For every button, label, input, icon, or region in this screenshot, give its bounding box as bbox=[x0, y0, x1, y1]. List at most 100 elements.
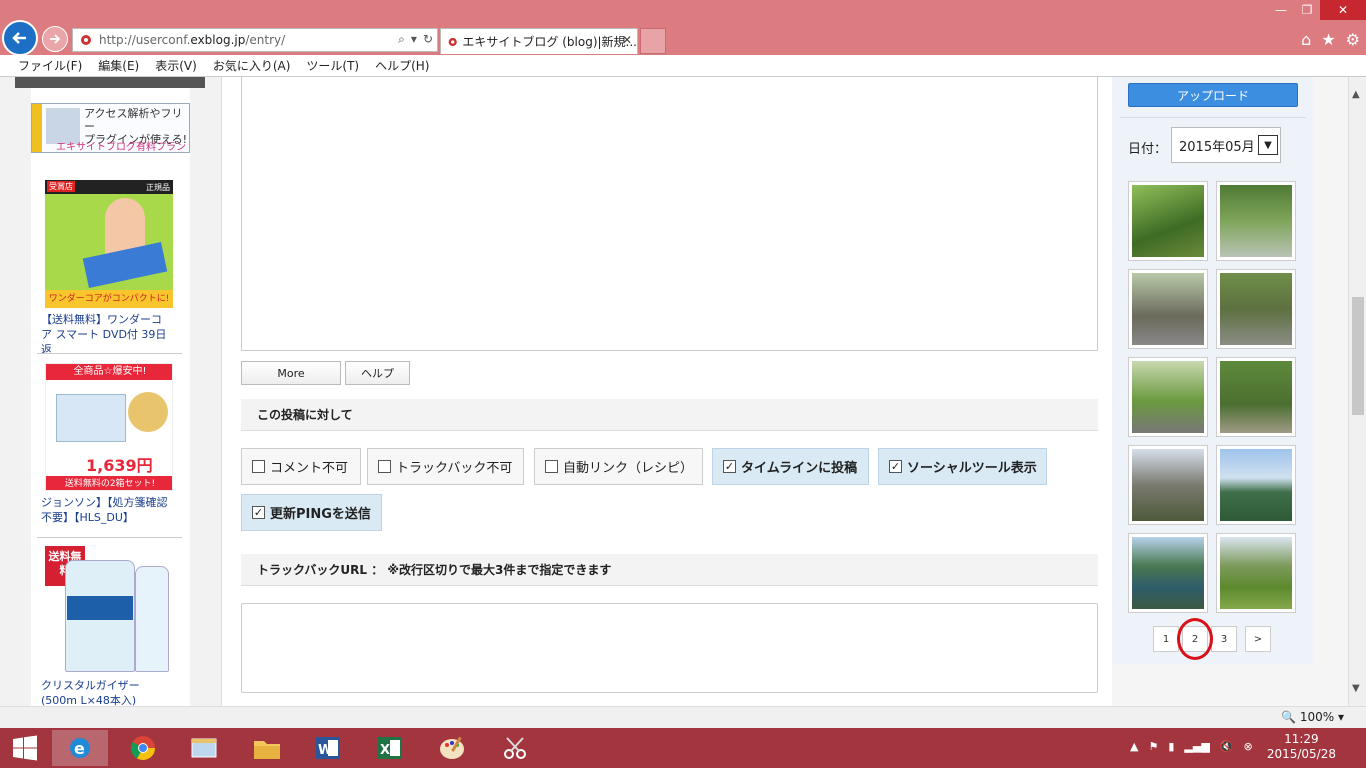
option-auto-link[interactable]: 自動リンク（レシピ） bbox=[534, 448, 703, 485]
page-scrollbar[interactable]: ▲ ▼ bbox=[1348, 77, 1366, 706]
forward-button[interactable] bbox=[42, 26, 68, 52]
taskbar-snipping-tool[interactable] bbox=[487, 730, 543, 766]
ad-badge: 正規品 bbox=[146, 183, 170, 192]
zoom-control[interactable]: 🔍 100% ▾ bbox=[1281, 710, 1344, 724]
photo-thumbnail[interactable] bbox=[1128, 181, 1208, 261]
scrollbar-thumb[interactable] bbox=[1352, 297, 1364, 415]
minimize-icon[interactable]: — bbox=[1268, 0, 1294, 20]
ad-crystal-geyser[interactable]: 送料無料 クリスタルガイザー(500m L×48本入)【HLS_DU】【クリ bbox=[41, 546, 173, 706]
back-button[interactable] bbox=[2, 20, 38, 56]
page-next[interactable]: > bbox=[1245, 626, 1271, 652]
date-select-value: 2015年05月 bbox=[1179, 139, 1255, 155]
scroll-down-icon[interactable]: ▼ bbox=[1352, 683, 1360, 694]
menu-edit[interactable]: 編集(E) bbox=[90, 57, 147, 74]
option-timeline-post[interactable]: ✓ タイムラインに投稿 bbox=[712, 448, 869, 485]
checkbox-checked-icon[interactable]: ✓ bbox=[723, 460, 736, 473]
checkbox-checked-icon[interactable]: ✓ bbox=[889, 460, 902, 473]
system-tray: ▲ ⚑ ▮ ▂▄▆ 🔇 ⊗ bbox=[1130, 740, 1253, 753]
close-circle-icon[interactable]: ⊗ bbox=[1244, 740, 1253, 753]
photo-thumbnail[interactable] bbox=[1216, 181, 1296, 261]
scroll-up-icon[interactable]: ▲ bbox=[1352, 89, 1360, 100]
option-label: トラックバック不可 bbox=[396, 461, 513, 476]
more-button[interactable]: More bbox=[241, 361, 341, 385]
taskbar-file-explorer[interactable] bbox=[239, 730, 295, 766]
ad-wondercore[interactable]: 受賞店 正規品 ワンダーコアがコンパクトに! 【送料無料】ワンダーコア スマート… bbox=[41, 180, 173, 357]
ad-image[interactable]: 全商品☆爆安中! 1,639円 送料無料の2箱セット! bbox=[45, 363, 173, 491]
close-window-icon[interactable]: ✕ bbox=[1320, 0, 1366, 20]
checkbox-checked-icon[interactable]: ✓ bbox=[252, 506, 265, 519]
date-label: 日付： bbox=[1128, 142, 1168, 157]
post-body-textarea[interactable] bbox=[241, 77, 1098, 351]
browser-tab[interactable]: エキサイトブログ (blog)|新規... ✕ bbox=[440, 28, 638, 54]
ad-image[interactable]: 受賞店 正規品 ワンダーコアがコンパクトに! bbox=[45, 180, 173, 308]
battery-icon[interactable]: ▮ bbox=[1168, 740, 1174, 753]
photo-thumbnail[interactable] bbox=[1128, 533, 1208, 613]
photo-thumbnail[interactable] bbox=[1128, 269, 1208, 349]
start-button[interactable] bbox=[0, 730, 50, 766]
upload-button[interactable]: アップロード bbox=[1128, 83, 1298, 107]
option-no-trackback[interactable]: トラックバック不可 bbox=[367, 448, 524, 485]
maximize-icon[interactable]: ❐ bbox=[1294, 0, 1320, 20]
ad-caption[interactable]: 【送料無料】ワンダーコア スマート DVD付 39日返 bbox=[41, 312, 171, 357]
banner-accent bbox=[32, 104, 42, 152]
menu-favorites[interactable]: お気に入り(A) bbox=[205, 57, 299, 74]
ad-image[interactable]: 送料無料 bbox=[45, 546, 173, 674]
photo-thumbnail[interactable] bbox=[1216, 357, 1296, 437]
help-button[interactable]: ヘルプ bbox=[345, 361, 410, 385]
option-send-ping[interactable]: ✓ 更新PINGを送信 bbox=[241, 494, 382, 531]
show-hidden-icons-icon[interactable]: ▲ bbox=[1130, 740, 1138, 753]
search-icon[interactable]: ⌕ bbox=[398, 32, 405, 47]
photo-thumbnail[interactable] bbox=[1128, 357, 1208, 437]
menu-file[interactable]: ファイル(F) bbox=[10, 57, 90, 74]
taskbar-app[interactable] bbox=[176, 730, 232, 766]
dropdown-icon[interactable]: ▾ bbox=[411, 32, 417, 47]
word-icon: W bbox=[316, 737, 340, 759]
ad-acuvue[interactable]: 全商品☆爆安中! 1,639円 送料無料の2箱セット! ジョンソン】【処方箋確認… bbox=[41, 363, 173, 525]
ie-toolbar: ⌂ ★ ⚙ bbox=[1301, 30, 1360, 49]
signal-icon[interactable]: ▂▄▆ bbox=[1184, 740, 1209, 753]
taskbar-excel[interactable]: X bbox=[362, 730, 418, 766]
favorites-star-icon[interactable]: ★ bbox=[1321, 30, 1335, 49]
taskbar-chrome[interactable] bbox=[115, 730, 171, 766]
site-favicon-icon bbox=[81, 35, 91, 45]
address-bar[interactable]: http://userconf. exblog.jp/entry/ ⌕ ▾ ↻ bbox=[72, 28, 438, 52]
menu-tools[interactable]: ツール(T) bbox=[298, 57, 367, 74]
photo-panel: アップロード 日付： 2015年05月 ▼ 1 2 3 > bbox=[1112, 77, 1313, 664]
settings-gear-icon[interactable]: ⚙ bbox=[1346, 30, 1360, 49]
clock-time: 11:29 bbox=[1284, 732, 1319, 746]
page-3[interactable]: 3 bbox=[1211, 626, 1237, 652]
promo-line1: アクセス解析やフリー bbox=[84, 107, 183, 133]
tab-close-icon[interactable]: ✕ bbox=[622, 33, 632, 47]
ad-headline: 受賞店 bbox=[47, 181, 75, 192]
system-clock[interactable]: 11:29 2015/05/28 bbox=[1267, 732, 1336, 762]
taskbar-ie[interactable]: e bbox=[52, 730, 108, 766]
checkbox-unchecked-icon[interactable] bbox=[378, 460, 391, 473]
taskbar-word[interactable]: W bbox=[300, 730, 356, 766]
ad-caption[interactable]: ジョンソン】【処方箋確認不要】【HLS_DU】 bbox=[41, 495, 171, 525]
page-1[interactable]: 1 bbox=[1153, 626, 1179, 652]
ad-caption[interactable]: クリスタルガイザー(500m L×48本入)【HLS_DU】【クリ bbox=[41, 678, 171, 706]
option-label: コメント不可 bbox=[270, 461, 349, 476]
option-no-comments[interactable]: コメント不可 bbox=[241, 448, 361, 485]
checkbox-unchecked-icon[interactable] bbox=[545, 460, 558, 473]
home-icon[interactable]: ⌂ bbox=[1301, 30, 1311, 49]
trackback-url-textarea[interactable] bbox=[241, 603, 1098, 693]
premium-plan-banner[interactable]: アクセス解析やフリー プラグインが使える! エキサイトブログ有料プラン bbox=[31, 103, 190, 153]
date-select[interactable]: 2015年05月 ▼ bbox=[1171, 127, 1281, 163]
photo-thumbnail[interactable] bbox=[1128, 445, 1208, 525]
taskbar-paint[interactable] bbox=[424, 730, 480, 766]
option-label: 自動リンク（レシピ） bbox=[563, 461, 694, 476]
photo-thumbnail[interactable] bbox=[1216, 269, 1296, 349]
new-tab-button[interactable] bbox=[640, 28, 666, 54]
volume-muted-icon[interactable]: 🔇 bbox=[1220, 740, 1234, 753]
photo-thumbnail[interactable] bbox=[1216, 445, 1296, 525]
menu-view[interactable]: 表示(V) bbox=[147, 57, 205, 74]
menu-help[interactable]: ヘルプ(H) bbox=[367, 57, 437, 74]
checkbox-unchecked-icon[interactable] bbox=[252, 460, 265, 473]
promo-line3: エキサイトブログ有料プラン bbox=[56, 142, 186, 153]
photo-thumbnail[interactable] bbox=[1216, 533, 1296, 613]
chevron-down-icon[interactable]: ▼ bbox=[1258, 135, 1278, 155]
refresh-icon[interactable]: ↻ bbox=[423, 32, 433, 47]
flag-icon[interactable]: ⚑ bbox=[1148, 740, 1158, 753]
option-social-tools[interactable]: ✓ ソーシャルツール表示 bbox=[878, 448, 1047, 485]
